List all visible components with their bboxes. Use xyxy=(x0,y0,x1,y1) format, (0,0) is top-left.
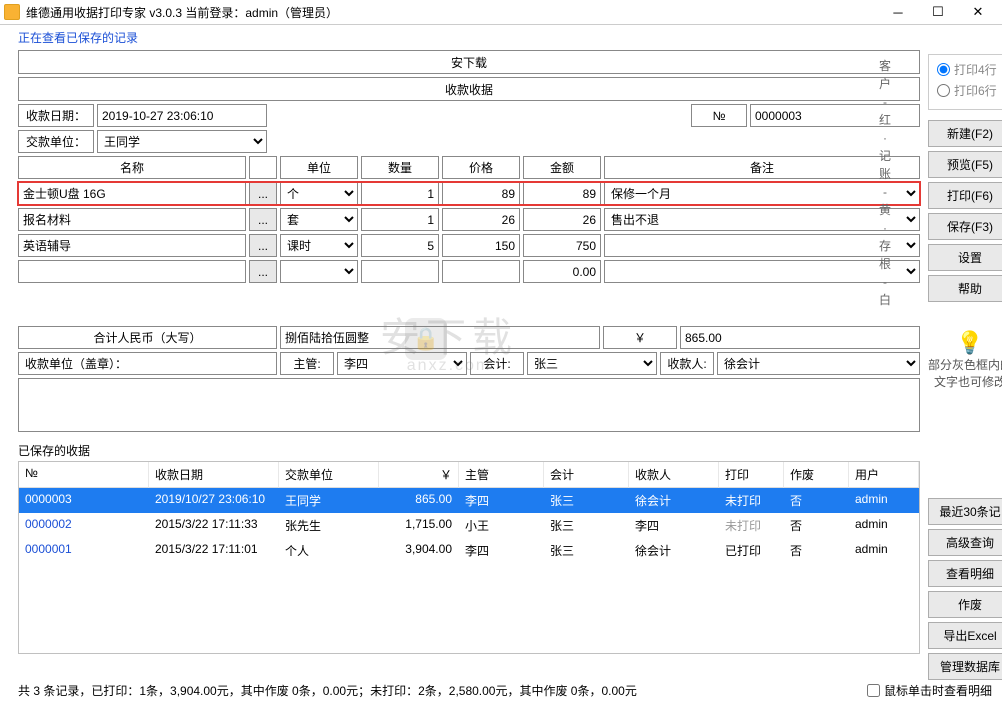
title-bar: 维德通用收据打印专家 v3.0.3 当前登录：admin（管理员） ─ ☐ ✕ xyxy=(0,0,1002,25)
receipt-form: 安下载 收款收据 收款日期： № 交款单位： 王同学 名称 单位 数量 价格 金… xyxy=(18,48,920,436)
view-detail-button[interactable]: 查看明细 xyxy=(928,560,1002,587)
cashier-select[interactable]: 徐会计 xyxy=(717,352,920,375)
table-row[interactable]: 00000022015/3/22 17:11:33张先生1,715.00小王张三… xyxy=(19,513,919,538)
print-6-radio[interactable] xyxy=(937,84,950,97)
notes-area[interactable] xyxy=(18,378,920,432)
item-qty-input[interactable] xyxy=(361,260,439,283)
footer-bar: 共 3 条记录，已打印：1条，3,904.00元，其中作废 0条，0.00元；未… xyxy=(18,682,992,699)
item-note-select[interactable] xyxy=(604,260,920,283)
col-name: 名称 xyxy=(18,156,246,179)
item-price-input[interactable] xyxy=(442,234,520,257)
save-button[interactable]: 保存(F3) xyxy=(928,213,1002,240)
currency-label: ￥ xyxy=(603,326,677,349)
item-qty-input[interactable] xyxy=(361,182,439,205)
total-cn-label: 合计人民币（大写） xyxy=(18,326,277,349)
item-qty-input[interactable] xyxy=(361,208,439,231)
item-amount-input[interactable] xyxy=(523,260,601,283)
col-unit: 单位 xyxy=(280,156,358,179)
manage-db-button[interactable]: 管理数据库 xyxy=(928,653,1002,680)
item-unit-select[interactable] xyxy=(280,260,358,283)
watermark-lock-icon: 🔒 xyxy=(405,318,447,360)
col-qty: 数量 xyxy=(361,156,439,179)
supervisor-label: 主管: xyxy=(280,352,334,375)
saved-grid: № 收款日期 交款单位 ￥ 主管 会计 收款人 打印 作废 用户 0000003… xyxy=(18,461,920,654)
minimize-button[interactable]: ─ xyxy=(878,1,918,23)
payer-select[interactable]: 王同学 xyxy=(97,130,267,153)
grid-header: № 收款日期 交款单位 ￥ 主管 会计 收款人 打印 作废 用户 xyxy=(19,462,919,488)
date-label: 收款日期： xyxy=(18,104,94,127)
item-amount-input[interactable] xyxy=(523,182,601,205)
receipt-copy-strip: 客户-红·记账-黄·存根-白 xyxy=(876,57,894,309)
item-unit-select[interactable]: 课时 xyxy=(280,234,358,257)
item-note-select[interactable] xyxy=(604,234,920,257)
supervisor-select[interactable]: 李四 xyxy=(337,352,467,375)
accountant-label: 会计: xyxy=(470,352,524,375)
item-name-input[interactable] xyxy=(18,182,246,205)
col-price: 价格 xyxy=(442,156,520,179)
bulb-icon: 💡 xyxy=(928,330,1002,356)
item-name-input[interactable] xyxy=(18,234,246,257)
item-qty-input[interactable] xyxy=(361,234,439,257)
right-panel: 打印4行 打印6行 新建(F2) 预览(F5) 打印(F6) 保存(F3) 设置帮助 💡… xyxy=(928,48,1002,690)
item-pick-button[interactable]: ... xyxy=(249,260,277,283)
items-header: 名称 单位 数量 价格 金额 备注 xyxy=(18,156,920,179)
export-excel-button[interactable]: 导出Excel xyxy=(928,622,1002,649)
hint-text: 💡 部分灰色框内的文字也可修改 xyxy=(928,330,1002,390)
item-pick-button[interactable]: ... xyxy=(249,234,277,257)
cashier-label: 收款人: xyxy=(660,352,714,375)
window-title: 维德通用收据打印专家 v3.0.3 当前登录：admin（管理员） xyxy=(26,4,878,21)
print-rows-group: 打印4行 打印6行 xyxy=(928,54,1002,110)
total-num-input[interactable] xyxy=(680,326,920,349)
stamp-label: 收款单位（盖章）： xyxy=(18,352,277,375)
recent-30-button[interactable]: 最近30条记 xyxy=(928,498,1002,525)
receipt-no-input[interactable] xyxy=(750,104,920,127)
item-row: ...套 售出不退 xyxy=(18,208,920,231)
item-note-select[interactable]: 保修一个月 xyxy=(604,182,920,205)
table-row[interactable]: 00000012015/3/22 17:11:01个人3,904.00李四张三徐… xyxy=(19,538,919,563)
close-button[interactable]: ✕ xyxy=(958,1,998,23)
click-view-detail-checkbox[interactable] xyxy=(867,684,880,697)
app-icon xyxy=(4,4,20,20)
maximize-button[interactable]: ☐ xyxy=(918,1,958,23)
settings-button[interactable]: 设置 xyxy=(928,244,1002,271)
saved-title: 已保存的收据 xyxy=(18,436,920,461)
table-row[interactable]: 00000032019/10/27 23:06:10王同学865.00李四张三徐… xyxy=(19,488,919,513)
item-amount-input[interactable] xyxy=(523,234,601,257)
status-message: 正在查看已保存的记录 xyxy=(0,25,1002,48)
accountant-select[interactable]: 张三 xyxy=(527,352,657,375)
item-row: ...课时 xyxy=(18,234,920,257)
help-button[interactable]: 帮助 xyxy=(928,275,1002,302)
preview-button[interactable]: 预览(F5) xyxy=(928,151,1002,178)
receipt-subtitle: 收款收据 xyxy=(18,77,920,101)
item-unit-select[interactable]: 套 xyxy=(280,208,358,231)
print-4-radio[interactable] xyxy=(937,63,950,76)
item-unit-select[interactable]: 个 xyxy=(280,182,358,205)
date-input[interactable] xyxy=(97,104,267,127)
click-view-detail-label: 鼠标单击时查看明细 xyxy=(884,682,992,699)
item-name-input[interactable] xyxy=(18,260,246,283)
receipt-no-symbol: № xyxy=(691,104,747,127)
payer-label: 交款单位： xyxy=(18,130,94,153)
col-amount: 金额 xyxy=(523,156,601,179)
item-price-input[interactable] xyxy=(442,208,520,231)
col-note: 备注 xyxy=(604,156,920,179)
item-row: ...个 保修一个月 xyxy=(18,182,920,205)
receipt-title: 安下载 xyxy=(18,50,920,74)
new-button[interactable]: 新建(F2) xyxy=(928,120,1002,147)
item-row: ... xyxy=(18,260,920,283)
item-pick-button[interactable]: ... xyxy=(249,182,277,205)
void-button[interactable]: 作废 xyxy=(928,591,1002,618)
item-name-input[interactable] xyxy=(18,208,246,231)
adv-search-button[interactable]: 高级查询 xyxy=(928,529,1002,556)
footer-summary: 共 3 条记录，已打印：1条，3,904.00元，其中作废 0条，0.00元；未… xyxy=(18,682,637,699)
print-button[interactable]: 打印(F6) xyxy=(928,182,1002,209)
item-note-select[interactable]: 售出不退 xyxy=(604,208,920,231)
item-price-input[interactable] xyxy=(442,182,520,205)
item-amount-input[interactable] xyxy=(523,208,601,231)
item-price-input[interactable] xyxy=(442,260,520,283)
item-pick-button[interactable]: ... xyxy=(249,208,277,231)
